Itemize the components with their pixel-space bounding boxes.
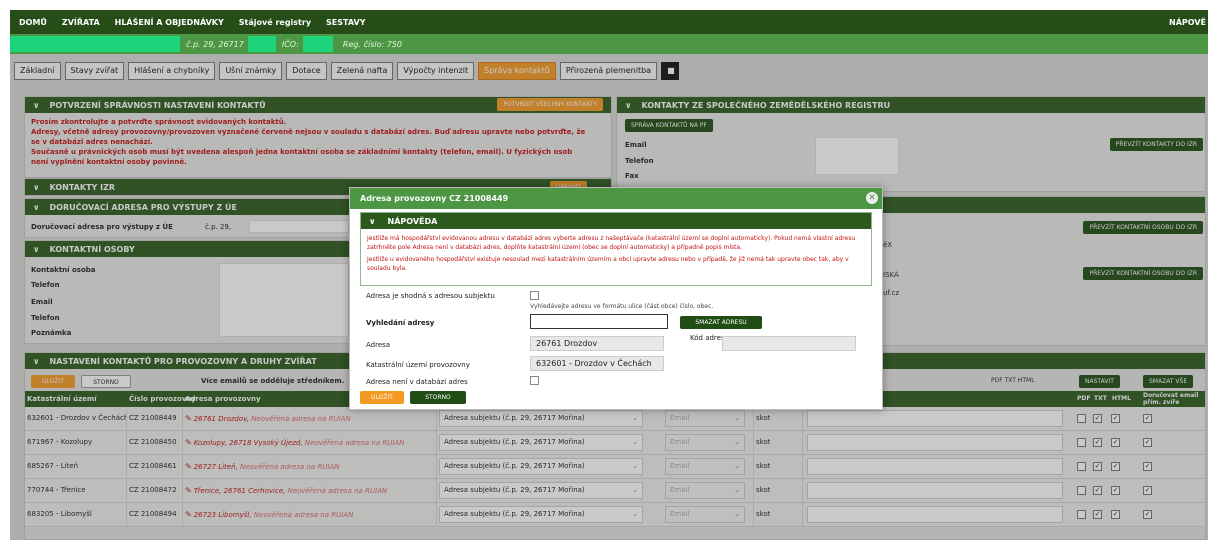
help-text-1: Jestliže má hospodářství evidovanou adre… (367, 235, 856, 251)
nav-outputs[interactable]: SESTAVY (326, 18, 365, 27)
cadastral-field: 632601 - Drozdov v Čechách (530, 356, 664, 371)
nav-help[interactable]: NÁPOVĚ (1169, 18, 1206, 27)
search-hint: Vyhledávejte adresu ve formátu ulice (čá… (530, 303, 714, 310)
subject-address: č.p. 29, 26717 (186, 39, 244, 49)
modal-header: Adresa provozovny CZ 21008449 ✕ (350, 188, 882, 209)
delete-address-button[interactable]: SMAZAT ADRESU (680, 316, 762, 329)
chevron-down-icon: ∨ (369, 216, 376, 226)
nav-animals[interactable]: ZVÍŘATA (62, 18, 100, 27)
same-address-label: Adresa je shodná s adresou subjektu (366, 292, 495, 300)
help-header[interactable]: ∨ NÁPOVĚDA (361, 213, 871, 229)
address-code-field (722, 336, 856, 351)
subject-ico-label: IČO: (281, 39, 299, 49)
help-box: ∨ NÁPOVĚDA Jestliže má hospodářství evid… (360, 212, 872, 286)
address-field: 26761 Drozdov (530, 336, 664, 351)
not-in-db-label: Adresa není v databázi adres (366, 378, 468, 386)
close-icon[interactable]: ✕ (866, 192, 878, 204)
help-text-2: Jestliže u evidovaného hospodářství exis… (367, 256, 849, 272)
subject-reg-number: Reg. číslo: 750 (342, 39, 402, 49)
subject-ico-redacted (302, 36, 333, 52)
address-modal: Adresa provozovny CZ 21008449 ✕ ∨ NÁPOVĚ… (349, 187, 883, 410)
modal-save-button[interactable]: ULOŽIT (360, 391, 404, 404)
search-address-input[interactable] (530, 314, 668, 329)
redacted-block (247, 36, 276, 52)
nav-reports[interactable]: HLÁŠENÍ A OBJEDNÁVKY (115, 18, 224, 27)
cadastral-label: Katastrální území provozovny (366, 361, 470, 369)
search-address-label: Vyhledání adresy (366, 319, 435, 327)
nav-registers[interactable]: Stájové registry (239, 18, 311, 27)
same-address-checkbox[interactable] (530, 291, 539, 300)
subject-name-redacted (10, 36, 180, 52)
address-label: Adresa (366, 341, 391, 349)
help-title: NÁPOVĚDA (387, 216, 438, 226)
subject-bar: č.p. 29, 26717 IČO: Reg. číslo: 750 (10, 34, 1208, 54)
top-nav: DOMŮ ZVÍŘATA HLÁŠENÍ A OBJEDNÁVKY Stájov… (10, 10, 1208, 34)
nav-home[interactable]: DOMŮ (19, 18, 47, 27)
not-in-db-checkbox[interactable] (530, 376, 539, 385)
modal-title: Adresa provozovny CZ 21008449 (360, 194, 509, 203)
modal-cancel-button[interactable]: STORNO (410, 391, 466, 404)
